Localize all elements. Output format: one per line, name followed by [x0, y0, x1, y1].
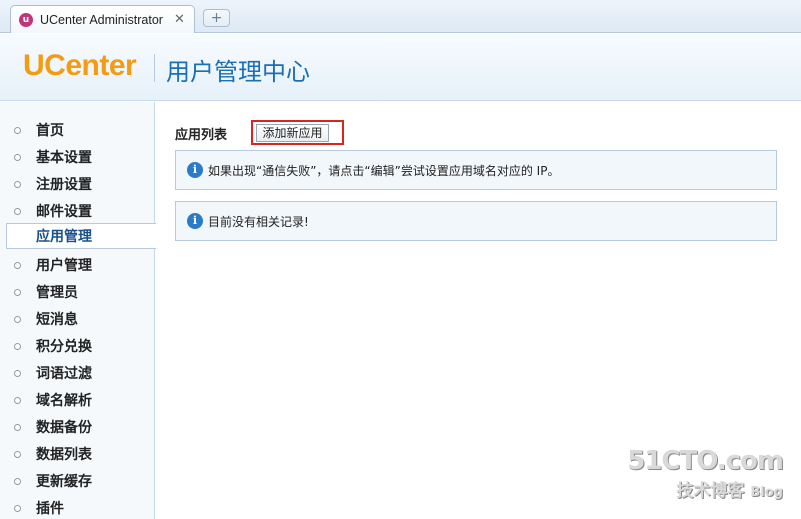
sidebar-item-plugins[interactable]: 插件: [0, 495, 155, 519]
sidebar-item-label: 插件: [36, 501, 64, 517]
sidebar-item-label: 注册设置: [36, 177, 92, 193]
browser-tab-strip: u UCenter Administrator ✕ +: [0, 0, 801, 33]
sidebar-item-label: 更新缓存: [36, 474, 92, 490]
sidebar-item-label: 词语过滤: [36, 366, 92, 382]
browser-tab[interactable]: u UCenter Administrator ✕: [10, 5, 195, 33]
sidebar-item-label: 短消息: [36, 312, 78, 328]
info-icon: i: [187, 213, 203, 229]
bullet-icon: [14, 180, 21, 188]
sidebar-item-label: 积分兑换: [36, 339, 92, 355]
bullet-icon: [14, 477, 21, 485]
bullet-icon: [14, 153, 21, 161]
sidebar-item-mail-settings[interactable]: 邮件设置: [0, 198, 155, 224]
sidebar-item-messages[interactable]: 短消息: [0, 306, 155, 332]
watermark: 51CTO.com 技术博客 Blog: [627, 446, 784, 501]
watermark-site: 51CTO.com: [627, 446, 784, 476]
tab-close-icon[interactable]: ✕: [174, 12, 185, 27]
header-subtitle: 用户管理中心: [166, 58, 310, 86]
watermark-blog: Blog: [750, 485, 783, 500]
sidebar-item-home[interactable]: 首页: [0, 117, 155, 143]
sidebar-item-credit-exchange[interactable]: 积分兑换: [0, 333, 155, 359]
sidebar-item-user-management[interactable]: 用户管理: [0, 252, 155, 278]
bullet-icon: [14, 126, 21, 134]
bullet-icon: [14, 423, 21, 431]
notice-text: 目前没有相关记录!: [208, 214, 309, 229]
sidebar-item-label: 邮件设置: [36, 204, 92, 220]
bullet-icon: [14, 450, 21, 458]
page-header: UCenter 用户管理中心: [0, 34, 801, 101]
watermark-tagline: 技术博客: [676, 481, 745, 501]
bullet-icon: [14, 261, 21, 269]
sidebar-item-label: 数据备份: [36, 420, 92, 436]
bullet-icon: [14, 315, 21, 323]
header-divider: [154, 54, 155, 82]
bullet-icon: [14, 504, 21, 512]
sidebar-item-data-list[interactable]: 数据列表: [0, 441, 155, 467]
section-title: 应用列表: [175, 128, 228, 143]
sidebar-nav: 首页 基本设置 注册设置 邮件设置 应用管理 用户管理 管理员 短消息 积分兑换…: [0, 102, 156, 519]
sidebar-item-label: 管理员: [36, 285, 78, 301]
notice-text: 如果出现“通信失败”，请点击“编辑”尝试设置应用域名对应的 IP。: [208, 163, 560, 178]
sidebar-item-administrators[interactable]: 管理员: [0, 279, 155, 305]
sidebar-item-data-backup[interactable]: 数据备份: [0, 414, 155, 440]
sidebar-item-basic-settings[interactable]: 基本设置: [0, 144, 155, 170]
sidebar-item-register-settings[interactable]: 注册设置: [0, 171, 155, 197]
sidebar-item-label: 应用管理: [36, 229, 92, 245]
bullet-icon: [14, 369, 21, 377]
sidebar-item-domain-resolution[interactable]: 域名解析: [0, 387, 155, 413]
sidebar-item-label: 域名解析: [36, 393, 92, 409]
empty-notice: i 目前没有相关记录!: [175, 201, 777, 241]
sidebar-item-word-filter[interactable]: 词语过滤: [0, 360, 155, 386]
bullet-icon: [14, 396, 21, 404]
info-icon: i: [187, 162, 203, 178]
ucenter-logo: UCenter: [23, 49, 137, 82]
sidebar-item-label: 用户管理: [36, 258, 92, 274]
tab-title: UCenter Administrator: [40, 12, 163, 27]
bullet-icon: [14, 207, 21, 215]
sidebar-item-label: 数据列表: [36, 447, 92, 463]
new-tab-button[interactable]: +: [203, 9, 230, 27]
sidebar-item-label: 首页: [36, 123, 64, 139]
sidebar-item-label: 基本设置: [36, 150, 92, 166]
sidebar-item-app-management[interactable]: 应用管理: [6, 223, 156, 249]
bullet-icon: [14, 342, 21, 350]
add-app-button[interactable]: 添加新应用: [256, 124, 329, 142]
ucenter-favicon-icon: u: [19, 12, 33, 27]
info-notice: i 如果出现“通信失败”，请点击“编辑”尝试设置应用域名对应的 IP。: [175, 150, 777, 190]
bullet-icon: [14, 288, 21, 296]
sidebar-item-update-cache[interactable]: 更新缓存: [0, 468, 155, 494]
